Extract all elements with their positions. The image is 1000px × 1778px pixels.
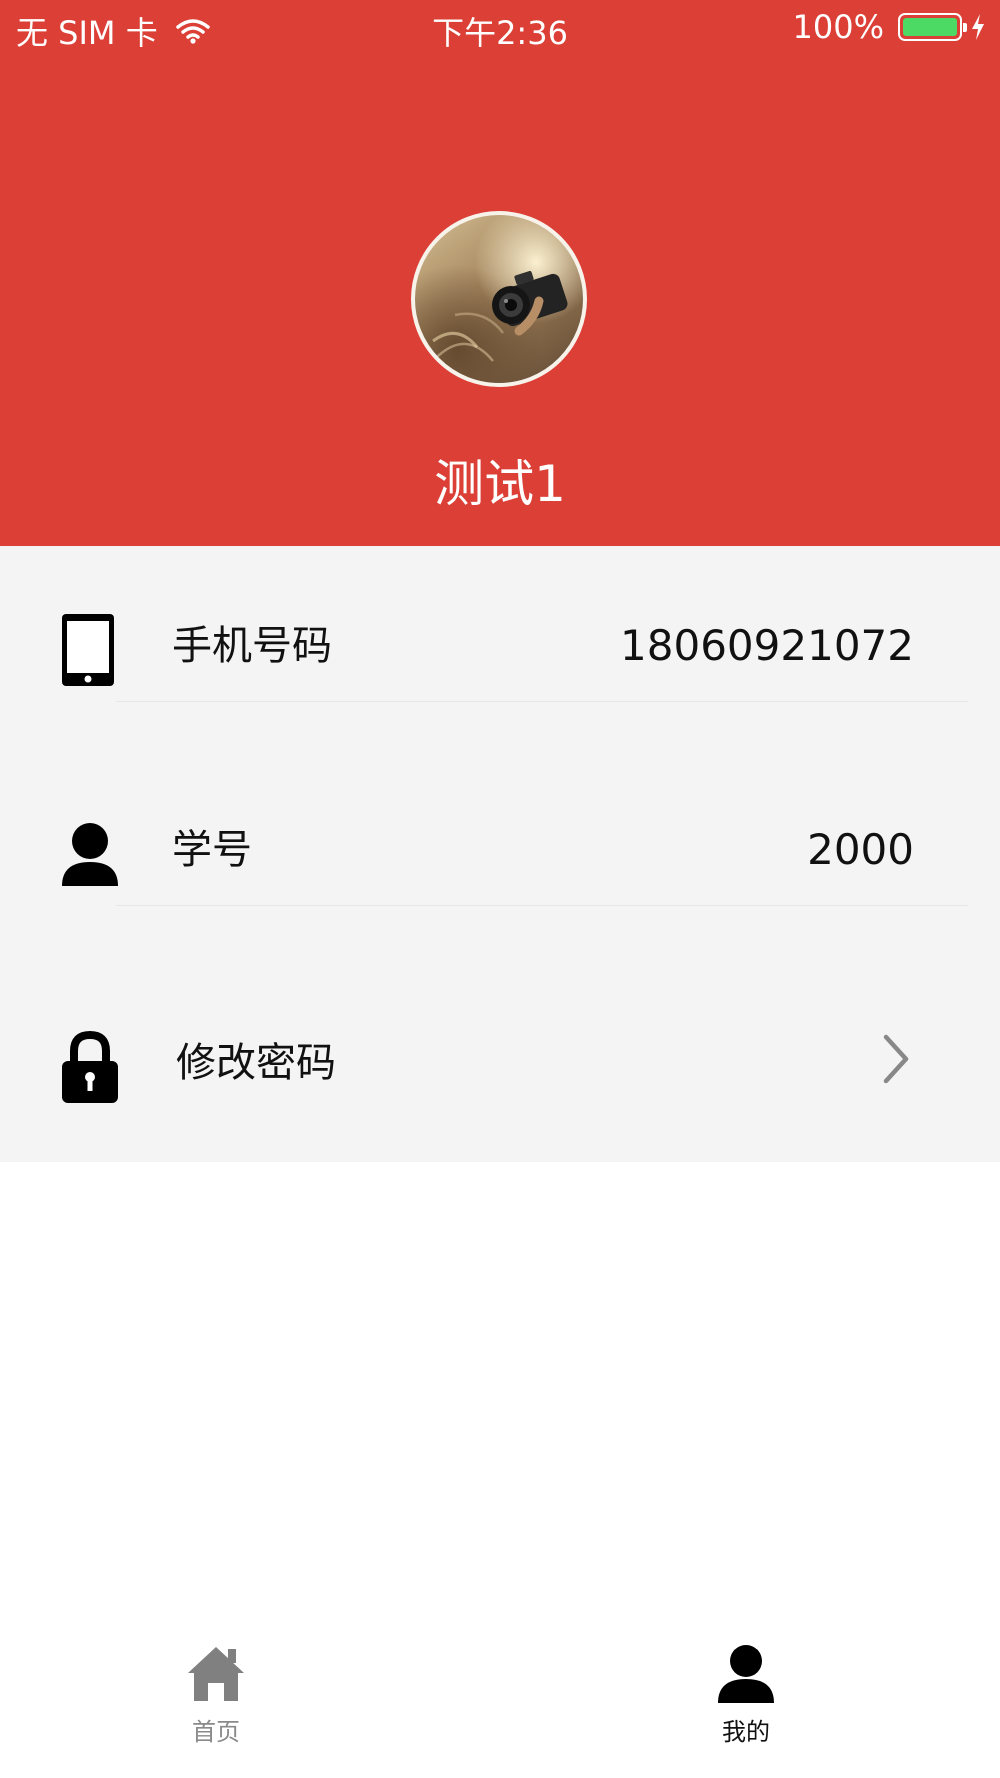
- student-id-label: 学号: [172, 827, 252, 873]
- avatar[interactable]: [411, 211, 587, 387]
- divider: [116, 701, 968, 702]
- battery-icon: [898, 13, 967, 41]
- person-icon: [60, 816, 120, 892]
- person-icon: [714, 1641, 778, 1705]
- camera-photo-avatar: [432, 270, 568, 362]
- tab-mine-label: 我的: [722, 1718, 770, 1746]
- lock-icon: [60, 1029, 120, 1105]
- charging-icon: [970, 13, 986, 41]
- chevron-right-icon: [882, 1033, 910, 1089]
- username: 测试1: [434, 455, 566, 513]
- phone-value: 18060921072: [620, 621, 914, 670]
- divider: [116, 905, 968, 906]
- phone-icon: [60, 612, 120, 688]
- phone-label: 手机号码: [172, 623, 332, 669]
- phone-row: 手机号码 18060921072: [0, 582, 1000, 702]
- home-icon: [184, 1641, 248, 1705]
- profile-header: 无 SIM 卡 下午2:36 100% 测试1: [0, 0, 1000, 546]
- status-bar: 无 SIM 卡 下午2:36 100%: [0, 0, 1000, 56]
- status-bar-right: 100%: [793, 8, 986, 46]
- change-password-label: 修改密码: [176, 1040, 336, 1086]
- battery-fill: [903, 18, 957, 36]
- tab-bar: 首页 我的: [0, 1616, 1000, 1778]
- tab-mine[interactable]: 我的: [646, 1641, 846, 1761]
- battery-percentage: 100%: [792, 8, 884, 46]
- tab-home[interactable]: 首页: [116, 1641, 316, 1761]
- student-id-row: 学号 2000: [0, 786, 1000, 906]
- student-id-value: 2000: [807, 825, 914, 874]
- change-password-row[interactable]: 修改密码: [0, 999, 1000, 1119]
- tab-home-label: 首页: [192, 1718, 240, 1746]
